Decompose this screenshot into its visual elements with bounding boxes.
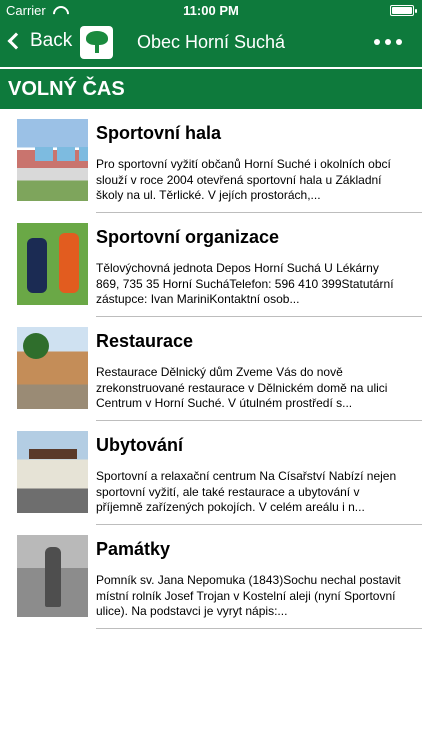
more-icon[interactable] xyxy=(374,39,402,45)
page-title: Obec Horní Suchá xyxy=(136,32,286,52)
list-item[interactable]: Restaurace Restaurace Dělnický dům Zveme… xyxy=(0,317,422,421)
list-item[interactable]: Sportovní hala Pro sportovní vyžití obča… xyxy=(0,109,422,213)
section-title: VOLNÝ ČAS xyxy=(0,69,422,109)
item-title: Restaurace xyxy=(96,331,194,351)
item-title: Sportovní hala xyxy=(96,123,222,143)
item-text: Pomník sv. Jana Nepomuka (1843)Sochu nec… xyxy=(96,573,401,618)
item-text: Tělovýchovná jednota Depos Horní Suchá U… xyxy=(96,261,394,306)
battery-icon xyxy=(390,5,417,16)
item-title: Ubytování xyxy=(96,435,184,455)
item-title: Památky xyxy=(96,539,171,559)
list-item[interactable]: Památky Pomník sv. Jana Nepomuka (1843)S… xyxy=(0,525,422,629)
item-title: Sportovní organizace xyxy=(96,227,280,247)
thumbnail-image xyxy=(17,223,88,305)
content-list: Sportovní hala Pro sportovní vyžití obča… xyxy=(0,109,422,629)
status-bar: Carrier 11:00 PM xyxy=(0,0,422,20)
thumbnail-image xyxy=(17,119,88,201)
status-time: 11:00 PM xyxy=(183,3,239,18)
item-text: Pro sportovní vyžití občanů Horní Suché … xyxy=(96,157,391,202)
list-item[interactable]: Sportovní organizace Tělovýchovná jednot… xyxy=(0,213,422,317)
thumbnail-image xyxy=(17,535,88,617)
item-text: Restaurace Dělnický dům Zveme Vás do nov… xyxy=(96,365,388,410)
list-item[interactable]: Ubytování Sportovní a relaxační centrum … xyxy=(0,421,422,525)
item-text: Sportovní a relaxační centrum Na Císařst… xyxy=(96,469,397,514)
divider xyxy=(96,628,422,629)
header: Carrier 11:00 PM Back Obec Horní Suchá xyxy=(0,0,422,67)
thumbnail-image xyxy=(17,327,88,409)
thumbnail-image xyxy=(17,431,88,513)
navigation-bar: Back Obec Horní Suchá xyxy=(0,20,422,66)
